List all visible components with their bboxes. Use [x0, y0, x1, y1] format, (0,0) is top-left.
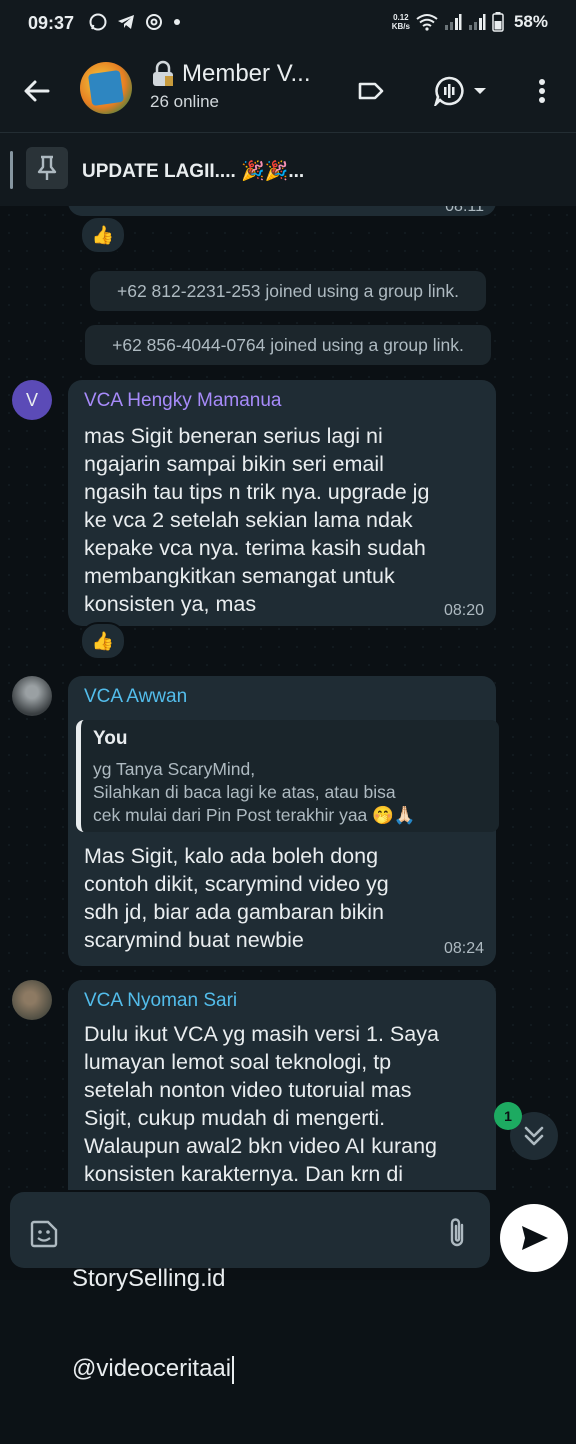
signal-icon-2: [468, 14, 486, 30]
voice-chat-icon[interactable]: [434, 76, 488, 106]
chat-area[interactable]: 08:11 👍 +62 812-2231-253 joined using a …: [0, 206, 576, 1190]
sticker-emoji-icon[interactable]: [28, 1218, 60, 1250]
sender-avatar[interactable]: V: [12, 380, 52, 420]
input-text[interactable]: StorySelling.id @videoceritaai: [72, 1204, 235, 1444]
message-line: membangkitkan semangat untuk: [84, 564, 395, 588]
sender-avatar[interactable]: [12, 980, 52, 1020]
message-line: setelah nonton video tutoruial mas: [84, 1078, 412, 1102]
back-arrow-icon[interactable]: [20, 74, 54, 108]
message-line: Mas Sigit, kalo ada boleh dong: [84, 844, 379, 868]
network-speed: 0.12 KB/s: [392, 13, 410, 31]
message-line: lumayan lemot soal teknologi, tp: [84, 1050, 392, 1074]
text-caret: [232, 1355, 235, 1384]
group-info[interactable]: Member V... 26 online: [150, 60, 311, 112]
threads-icon: [146, 14, 162, 30]
status-time: 09:37: [28, 13, 75, 33]
quote-author: You: [93, 728, 128, 749]
quote-line: yg Tanya ScaryMind,: [93, 759, 256, 779]
input-line: @videoceritaai: [72, 1355, 232, 1382]
message-time: 08:20: [443, 602, 484, 619]
sender-name[interactable]: VCA Awwan: [84, 686, 187, 708]
send-icon: [522, 1226, 548, 1250]
quote-line: Silahkan di baca lagi ke atas, atau bisa: [93, 782, 396, 802]
reaction-thumbs-up[interactable]: 👍: [80, 622, 126, 660]
group-title: Member V...: [150, 60, 311, 88]
message-line: ke vca 2 setelah sekian lama ndak: [84, 508, 413, 532]
quoted-message[interactable]: You yg Tanya ScaryMind, Silahkan di baca…: [76, 720, 499, 832]
system-join-message: +62 856-4044-0764 joined using a group l…: [85, 325, 491, 365]
quote-line: cek mulai dari Pin Post terakhir yaa 🤭🙏🏻: [93, 805, 416, 825]
message-bubble[interactable]: VCA Hengky Mamanua mas Sigit beneran ser…: [68, 380, 496, 626]
message-line: ngajarin sampai bikin seri email: [84, 452, 384, 476]
input-line: StorySelling.id: [72, 1265, 226, 1292]
lock-icon: [153, 60, 173, 86]
sender-name[interactable]: VCA Nyoman Sari: [84, 990, 237, 1012]
message-bubble[interactable]: VCA Nyoman Sari Dulu ikut VCA yg masih v…: [68, 980, 496, 1190]
pinned-text: UPDATE LAGII.... 🎉🎉...: [82, 161, 305, 182]
message-text: Mas Sigit, kalo ada boleh dong contoh di…: [84, 842, 389, 954]
group-avatar[interactable]: [80, 62, 132, 114]
chat-header: Member V... 26 online: [0, 48, 576, 132]
message-bubble[interactable]: VCA Awwan You yg Tanya ScaryMind, Silahk…: [68, 676, 499, 966]
message-line: sdh jd, biar ada gambaran bikin: [84, 900, 384, 924]
more-options-icon[interactable]: [528, 76, 556, 106]
system-join-message: +62 812-2231-253 joined using a group li…: [90, 271, 486, 311]
net-speed-value: 0.12: [393, 13, 409, 22]
message-line: kepake vca nya. terima kasih sudah: [84, 536, 426, 560]
input-line-with-caret: @videoceritaai: [72, 1354, 235, 1384]
message-line: mas Sigit beneran serius lagi ni: [84, 424, 383, 448]
battery-percent: 58%: [513, 12, 548, 31]
message-line: Dulu ikut VCA yg masih versi 1. Saya: [84, 1022, 439, 1046]
wifi-icon: [416, 14, 438, 31]
sender-avatar[interactable]: [12, 676, 52, 716]
message-line: Walaupun awal2 bkn video AI kurang: [84, 1134, 437, 1158]
quote-text: yg Tanya ScaryMind, Silahkan di baca lag…: [93, 758, 499, 827]
message-text: Dulu ikut VCA yg masih versi 1. Saya lum…: [84, 1020, 439, 1188]
message-line: contoh dikit, scarymind video yg: [84, 872, 389, 896]
label-icon[interactable]: [356, 76, 386, 106]
group-title-text: Member V...: [182, 60, 311, 87]
telegram-icon: [118, 15, 134, 29]
paperclip-icon[interactable]: [442, 1216, 472, 1250]
status-right: 0.12 KB/s 58%: [392, 12, 548, 32]
message-line: scarymind buat newbie: [84, 928, 304, 952]
message-time: 08:11: [445, 206, 484, 215]
message-line: ngasih tau tips n trik nya. upgrade jg: [84, 480, 430, 504]
notification-icons: [88, 12, 180, 32]
sender-name[interactable]: VCA Hengky Mamanua: [84, 390, 282, 412]
message-line: konsisten ya, mas: [84, 592, 257, 616]
message-text: mas Sigit beneran serius lagi ni ngajari…: [84, 422, 429, 618]
message-input[interactable]: StorySelling.id @videoceritaai: [10, 1192, 490, 1384]
more-notifications-dot: [174, 19, 180, 25]
send-button[interactable]: [500, 1204, 568, 1272]
online-count: 26 online: [150, 92, 220, 111]
pinned-message-bar[interactable]: UPDATE LAGII.... 🎉🎉...: [0, 132, 576, 207]
pin-icon-box: [26, 147, 68, 189]
message-line: Sigit, cukup mudah di mengerti.: [84, 1106, 386, 1130]
pin-icon: [37, 155, 57, 180]
net-speed-unit: KB/s: [391, 22, 410, 31]
unread-count-badge: 1: [494, 1102, 522, 1130]
signal-icon-1: [444, 14, 462, 30]
previous-message-bubble[interactable]: 08:11: [68, 206, 496, 216]
message-line: konsisten karakternya. Dan krn di: [84, 1162, 404, 1186]
status-bar: 09:37 0.12 KB/s 58%: [0, 0, 576, 48]
compose-bar: StorySelling.id @videoceritaai: [0, 1190, 576, 1384]
reaction-thumbs-up[interactable]: 👍: [80, 216, 126, 254]
battery-icon: [492, 12, 504, 32]
whatsapp-icon: [89, 13, 107, 31]
pin-indicator: [10, 151, 13, 189]
message-time: 08:24: [443, 940, 484, 957]
